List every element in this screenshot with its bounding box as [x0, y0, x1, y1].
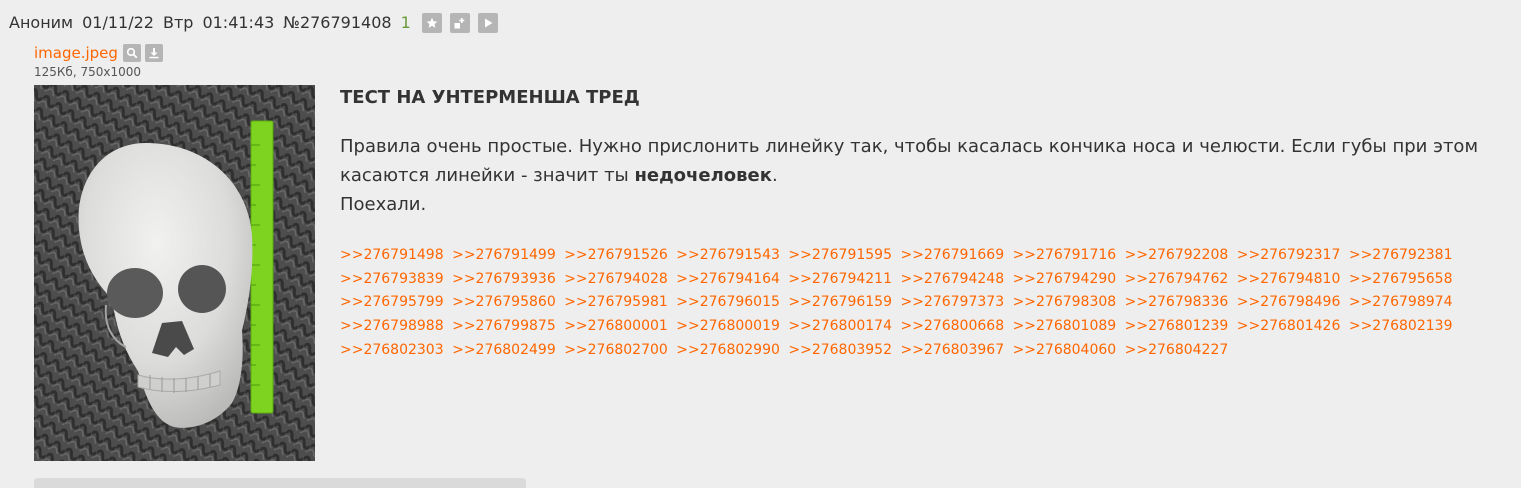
reply-link[interactable]: >>276798496 [1237, 294, 1341, 310]
file-name-link[interactable]: image.jpeg [34, 43, 118, 63]
favorite-button[interactable] [421, 13, 442, 33]
reply-link[interactable]: >>276794248 [900, 271, 1004, 287]
reply-link[interactable]: >>276792208 [1125, 247, 1229, 263]
reply-link[interactable]: >>276796015 [676, 294, 780, 310]
reply-link[interactable]: >>276796159 [788, 294, 892, 310]
reply-link[interactable]: >>276801239 [1125, 318, 1229, 334]
reply-link[interactable]: >>276791498 [340, 247, 444, 263]
reply-links: >>276791498 >>276791499 >>276791526 >>27… [340, 244, 1500, 363]
reply-link[interactable]: >>276794290 [1013, 271, 1117, 287]
reply-link[interactable]: >>276801426 [1237, 318, 1341, 334]
reply-link[interactable]: >>276791669 [900, 247, 1004, 263]
reply-link[interactable]: >>276791499 [452, 247, 556, 263]
reply-link[interactable]: >>276795799 [340, 294, 444, 310]
reply-link[interactable]: >>276800174 [788, 318, 892, 334]
reply-link[interactable]: >>276800668 [900, 318, 1004, 334]
post-body: ТЕСТ НА УНТЕРМЕНША ТРЕД Правила очень пр… [340, 84, 1500, 363]
reply-link[interactable]: >>276794211 [788, 271, 892, 287]
reply-link[interactable]: >>276798336 [1125, 294, 1229, 310]
reply-link[interactable]: >>276802303 [340, 342, 444, 358]
skull-image [34, 85, 315, 461]
download-icon [149, 48, 159, 59]
message-text-1-end: . [771, 165, 778, 186]
reply-link[interactable]: >>276802499 [452, 342, 556, 358]
reply-link[interactable]: >>276791526 [564, 247, 668, 263]
reply-link[interactable]: >>276802139 [1349, 318, 1453, 334]
reply-link[interactable]: >>276800001 [564, 318, 668, 334]
image-search-button[interactable] [122, 44, 141, 62]
reply-link[interactable]: >>276798974 [1349, 294, 1453, 310]
reply-link[interactable]: >>276800019 [676, 318, 780, 334]
reply-link[interactable]: >>276794810 [1237, 271, 1341, 287]
search-icon [126, 47, 138, 59]
download-button[interactable] [144, 44, 163, 62]
file-info: image.jpeg 125Кб, 750x1000 [34, 43, 167, 79]
reply-link[interactable]: >>276792317 [1237, 247, 1341, 263]
next-post-edge [34, 478, 526, 488]
reply-link[interactable]: >>276791543 [676, 247, 780, 263]
post-image-thumbnail[interactable] [34, 85, 315, 461]
reply-link[interactable]: >>276798988 [340, 318, 444, 334]
reply-link[interactable]: >>276792381 [1349, 247, 1453, 263]
message-bold-text: недочеловек [634, 165, 772, 186]
play-button[interactable] [477, 13, 498, 33]
post-paragraph-2: Поехали. [340, 194, 427, 215]
reply-count: 1 [400, 13, 411, 32]
post-header: Аноним 01/11/22 Втр 01:41:43 №276791408 … [9, 12, 506, 34]
post-time: 01:41:43 [202, 13, 275, 32]
post-message: Правила очень простые. Нужно прислонить … [340, 132, 1500, 219]
file-meta: 125Кб, 750x1000 [34, 65, 141, 79]
reply-link[interactable]: >>276791595 [788, 247, 892, 263]
reply-link[interactable]: >>276798308 [1013, 294, 1117, 310]
post-weekday: Втр [162, 13, 194, 32]
reply-link[interactable]: >>276793839 [340, 271, 444, 287]
reply-link[interactable]: >>276797373 [900, 294, 1004, 310]
reply-link[interactable]: >>276794164 [676, 271, 780, 287]
expand-button[interactable] [449, 13, 470, 33]
reply-link[interactable]: >>276802700 [564, 342, 668, 358]
post-date: 01/11/22 [82, 13, 154, 32]
reply-link[interactable]: >>276795658 [1349, 271, 1453, 287]
reply-link[interactable]: >>276799875 [452, 318, 556, 334]
post-subject: ТЕСТ НА УНТЕРМЕНША ТРЕД [340, 87, 640, 108]
reply-link[interactable]: >>276794762 [1125, 271, 1229, 287]
post-author: Аноним [9, 13, 74, 32]
post-paragraph-1: Правила очень простые. Нужно прислонить … [340, 132, 1500, 190]
reply-link[interactable]: >>276804060 [1013, 342, 1117, 358]
reply-link[interactable]: >>276803952 [788, 342, 892, 358]
expand-icon [454, 17, 465, 28]
play-icon [484, 18, 493, 28]
reply-link[interactable]: >>276795860 [452, 294, 556, 310]
reply-link[interactable]: >>276795981 [564, 294, 668, 310]
reply-link[interactable]: >>276804227 [1125, 342, 1229, 358]
reply-link[interactable]: >>276802990 [676, 342, 780, 358]
star-icon [426, 17, 438, 28]
reply-link[interactable]: >>276801089 [1013, 318, 1117, 334]
message-text-1: Правила очень простые. Нужно прислонить … [340, 136, 1479, 186]
reply-link[interactable]: >>276803967 [900, 342, 1004, 358]
reply-link[interactable]: >>276793936 [452, 271, 556, 287]
post-number-link[interactable]: №276791408 [283, 12, 391, 34]
reply-link[interactable]: >>276794028 [564, 271, 668, 287]
reply-link[interactable]: >>276791716 [1013, 247, 1117, 263]
